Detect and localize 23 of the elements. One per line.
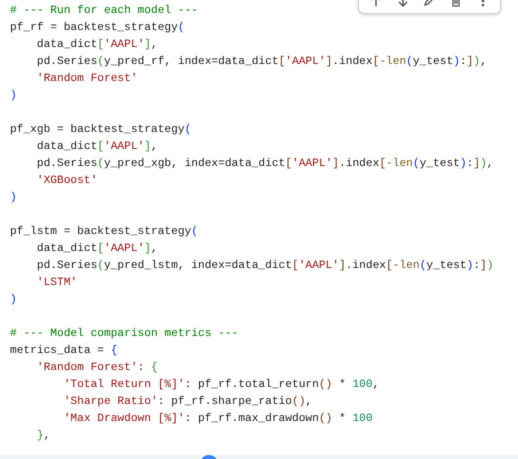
code-line: 'Max Drawdown [%]': pf_rf.max_drawdown() * 100 <box>62 412 373 427</box>
code-line: 'LSTM' <box>36 276 78 291</box>
code-line: ) <box>10 292 17 308</box>
code-line: data_dict['AAPL'], <box>36 242 158 257</box>
code-line: }, <box>36 428 50 444</box>
code-line: 'Random Forest': { <box>36 360 158 376</box>
code-line: pf_lstm = backtest_strategy( <box>10 224 198 240</box>
code-line: data_dict['AAPL'], <box>36 140 158 155</box>
code-line: # --- Model comparison metrics --- <box>10 326 238 342</box>
code-line: ) <box>10 88 17 104</box>
code-line: 'Sharpe Ratio': pf_rf.sharpe_ratio(), <box>62 394 312 410</box>
code-line: metrics_data = { <box>10 344 118 359</box>
code-line: 'Total Return [%]': pf_rf.total_return() * 100, <box>62 378 380 393</box>
code-line: pd.Series(y_pred_xgb, index=data_dict['AAPL'].index[-len(y_test):]), <box>36 156 494 172</box>
code-line: pd.Series(y_pred_lstm, index=data_dict['AAPL'].index[-len(y_test):]) <box>36 258 494 274</box>
code-line: # --- Run for each model --- <box>10 4 198 19</box>
code-line: pf_rf = backtest_strategy( <box>10 20 185 36</box>
code-line: 'Random Forest' <box>36 72 138 87</box>
code-line: pd.Series(y_pred_rf, index=data_dict['AAPL'].index[-len(y_test):]), <box>36 54 487 70</box>
code-line: ) <box>10 190 17 206</box>
code-line: pf_xgb = backtest_strategy( <box>10 122 192 138</box>
code-line: data_dict['AAPL'], <box>36 38 158 53</box>
code-line: 'XGBoost' <box>36 174 98 189</box>
